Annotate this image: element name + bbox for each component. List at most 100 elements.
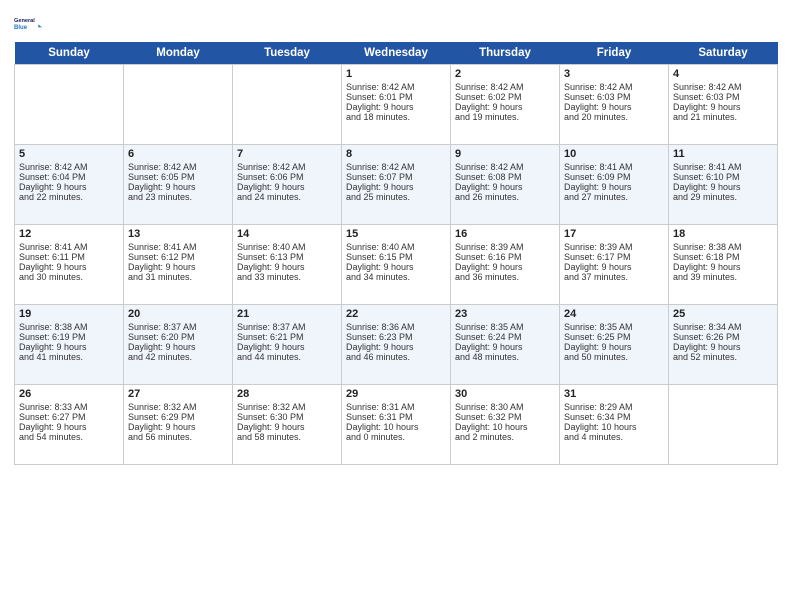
day-info: Sunset: 6:21 PM [237,332,337,342]
day-info: and 56 minutes. [128,432,228,442]
day-number: 12 [19,228,119,240]
calendar-cell: 7Sunrise: 8:42 AMSunset: 6:06 PMDaylight… [233,145,342,225]
day-info: Sunset: 6:29 PM [128,412,228,422]
calendar-cell: 27Sunrise: 8:32 AMSunset: 6:29 PMDayligh… [124,385,233,465]
calendar-cell: 29Sunrise: 8:31 AMSunset: 6:31 PMDayligh… [342,385,451,465]
calendar-cell: 14Sunrise: 8:40 AMSunset: 6:13 PMDayligh… [233,225,342,305]
calendar-week-5: 26Sunrise: 8:33 AMSunset: 6:27 PMDayligh… [15,385,778,465]
day-info: and 25 minutes. [346,192,446,202]
day-info: Daylight: 9 hours [673,342,773,352]
day-info: Sunset: 6:25 PM [564,332,664,342]
day-info: and 27 minutes. [564,192,664,202]
calendar-table: SundayMondayTuesdayWednesdayThursdayFrid… [14,42,778,465]
day-info: and 48 minutes. [455,352,555,362]
day-info: and 52 minutes. [673,352,773,362]
day-info: Sunrise: 8:42 AM [346,162,446,172]
day-info: and 19 minutes. [455,112,555,122]
calendar-cell: 22Sunrise: 8:36 AMSunset: 6:23 PMDayligh… [342,305,451,385]
day-info: Daylight: 9 hours [346,262,446,272]
calendar-cell: 23Sunrise: 8:35 AMSunset: 6:24 PMDayligh… [451,305,560,385]
calendar-cell [15,65,124,145]
day-number: 20 [128,308,228,320]
day-number: 22 [346,308,446,320]
day-number: 21 [237,308,337,320]
day-info: Sunrise: 8:40 AM [346,242,446,252]
day-info: Sunset: 6:03 PM [673,92,773,102]
day-number: 10 [564,148,664,160]
day-number: 30 [455,388,555,400]
calendar-week-1: 1Sunrise: 8:42 AMSunset: 6:01 PMDaylight… [15,65,778,145]
svg-text:General: General [14,18,35,24]
day-info: Sunset: 6:19 PM [19,332,119,342]
day-info: and 37 minutes. [564,272,664,282]
day-info: Daylight: 9 hours [237,262,337,272]
calendar-cell: 30Sunrise: 8:30 AMSunset: 6:32 PMDayligh… [451,385,560,465]
day-info: Sunrise: 8:41 AM [128,242,228,252]
day-info: Sunrise: 8:40 AM [237,242,337,252]
day-info: Daylight: 9 hours [19,182,119,192]
day-info: Daylight: 9 hours [128,422,228,432]
day-number: 26 [19,388,119,400]
day-number: 4 [673,68,773,80]
calendar-cell: 5Sunrise: 8:42 AMSunset: 6:04 PMDaylight… [15,145,124,225]
calendar-cell: 11Sunrise: 8:41 AMSunset: 6:10 PMDayligh… [669,145,778,225]
day-info: Sunset: 6:12 PM [128,252,228,262]
day-info: Sunset: 6:09 PM [564,172,664,182]
day-info: Daylight: 9 hours [128,262,228,272]
calendar-cell: 13Sunrise: 8:41 AMSunset: 6:12 PMDayligh… [124,225,233,305]
day-info: Sunrise: 8:42 AM [673,82,773,92]
calendar-cell: 26Sunrise: 8:33 AMSunset: 6:27 PMDayligh… [15,385,124,465]
page-container: General Blue SundayMondayTuesdayWednesda… [0,0,792,473]
day-info: Daylight: 9 hours [455,102,555,112]
day-info: Daylight: 9 hours [564,182,664,192]
calendar-cell: 4 Sunrise: 8:42 AMSunset: 6:03 PMDaylight… [669,65,778,145]
day-info: Sunrise: 8:38 AM [673,242,773,252]
day-info: Sunrise: 8:36 AM [346,322,446,332]
day-info: Sunrise: 8:41 AM [673,162,773,172]
day-number: 14 [237,228,337,240]
day-info: Daylight: 9 hours [128,182,228,192]
day-info: and 22 minutes. [19,192,119,202]
day-info: Sunrise: 8:35 AM [564,322,664,332]
calendar-cell: 19Sunrise: 8:38 AMSunset: 6:19 PMDayligh… [15,305,124,385]
calendar-cell: 17Sunrise: 8:39 AMSunset: 6:17 PMDayligh… [560,225,669,305]
day-info: Daylight: 9 hours [19,342,119,352]
header: General Blue [14,10,778,38]
day-info: Sunrise: 8:42 AM [455,162,555,172]
day-info: and 34 minutes. [346,272,446,282]
day-info: Daylight: 9 hours [673,102,773,112]
day-info: and 20 minutes. [564,112,664,122]
day-info: Sunrise: 8:30 AM [455,402,555,412]
col-header-thursday: Thursday [451,42,560,65]
day-info: Sunset: 6:31 PM [346,412,446,422]
calendar-header-row: SundayMondayTuesdayWednesdayThursdayFrid… [15,42,778,65]
day-number: 11 [673,148,773,160]
day-info: Sunset: 6:02 PM [455,92,555,102]
day-info: Daylight: 9 hours [455,262,555,272]
day-info: Sunrise: 8:39 AM [455,242,555,252]
day-info: Daylight: 9 hours [237,422,337,432]
day-number: 7 [237,148,337,160]
day-info: Daylight: 9 hours [455,342,555,352]
day-number: 18 [673,228,773,240]
day-info: and 46 minutes. [346,352,446,362]
day-number: 28 [237,388,337,400]
day-info: Daylight: 9 hours [346,102,446,112]
calendar-cell: 24Sunrise: 8:35 AMSunset: 6:25 PMDayligh… [560,305,669,385]
calendar-week-3: 12Sunrise: 8:41 AMSunset: 6:11 PMDayligh… [15,225,778,305]
day-info: Sunrise: 8:33 AM [19,402,119,412]
day-number: 15 [346,228,446,240]
day-info: and 33 minutes. [237,272,337,282]
calendar-cell: 3Sunrise: 8:42 AMSunset: 6:03 PMDaylight… [560,65,669,145]
calendar-cell: 16Sunrise: 8:39 AMSunset: 6:16 PMDayligh… [451,225,560,305]
day-info: Sunrise: 8:41 AM [19,242,119,252]
day-info: Daylight: 9 hours [455,182,555,192]
day-info: Sunrise: 8:35 AM [455,322,555,332]
day-info: and 31 minutes. [128,272,228,282]
day-info: and 2 minutes. [455,432,555,442]
day-number: 31 [564,388,664,400]
day-info: Daylight: 10 hours [564,422,664,432]
day-info: Sunrise: 8:32 AM [237,402,337,412]
calendar-cell: 12Sunrise: 8:41 AMSunset: 6:11 PMDayligh… [15,225,124,305]
calendar-cell: 2Sunrise: 8:42 AMSunset: 6:02 PMDaylight… [451,65,560,145]
